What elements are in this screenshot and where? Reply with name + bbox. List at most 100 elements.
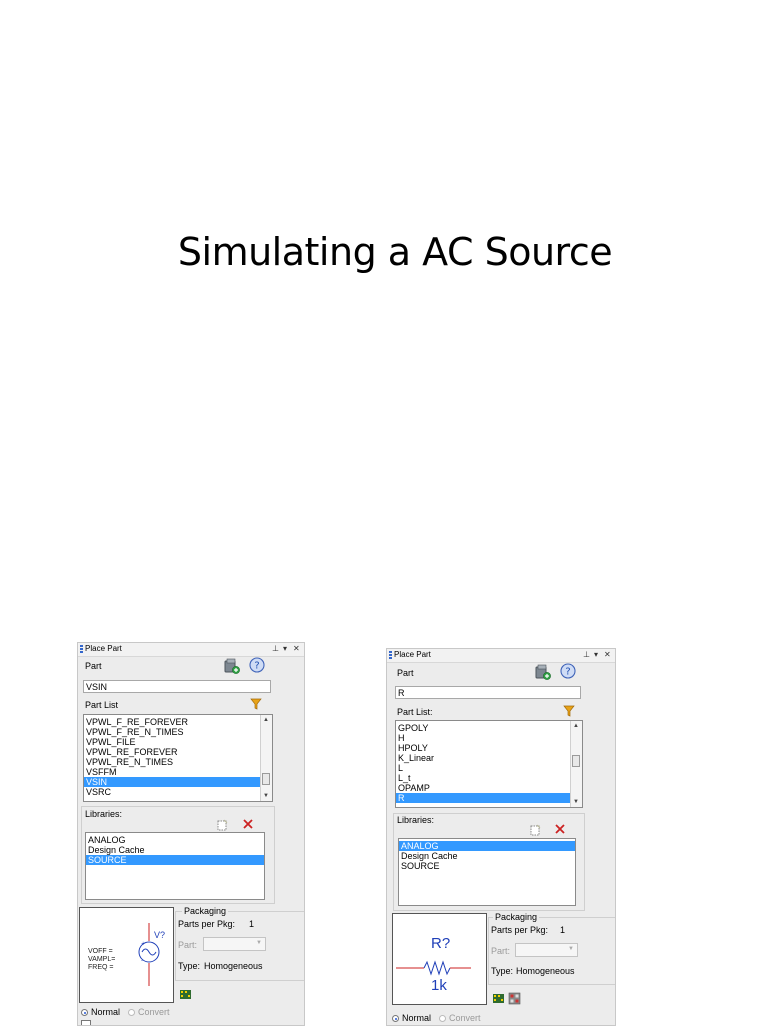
add-library-file-icon[interactable] bbox=[216, 819, 228, 831]
type-value: Homogeneous bbox=[204, 961, 263, 971]
library-item[interactable]: Design Cache bbox=[86, 845, 264, 855]
convert-label: Convert bbox=[138, 1007, 170, 1017]
type-label: Type: bbox=[491, 966, 514, 976]
options-checkbox[interactable] bbox=[81, 1020, 91, 1025]
pcb-3d-view-icon[interactable] bbox=[508, 992, 521, 1005]
remove-library-icon[interactable] bbox=[554, 823, 566, 835]
pin-icon[interactable]: ⊥ bbox=[272, 644, 279, 653]
part-list-item[interactable]: K_Linear bbox=[396, 753, 582, 763]
part-input[interactable]: R bbox=[395, 686, 581, 699]
part-list[interactable]: GPOLY H HPOLY K_Linear L L_t OPAMP R ▲ ▼ bbox=[395, 720, 583, 808]
preview-value: 1k bbox=[431, 977, 447, 994]
preview-prop-voff: VOFF = bbox=[88, 948, 113, 955]
add-library-file-icon[interactable] bbox=[529, 824, 541, 836]
remove-library-icon[interactable] bbox=[242, 818, 254, 830]
preview-prop-vampl: VAMPL= bbox=[88, 956, 115, 963]
part-field-label: Part: bbox=[491, 946, 511, 956]
part-select[interactable]: ▼ bbox=[203, 937, 266, 951]
part-label: Part bbox=[397, 668, 414, 678]
slide-title: Simulating a AC Source bbox=[177, 230, 613, 274]
add-library-icon[interactable] bbox=[224, 658, 240, 674]
filter-icon[interactable] bbox=[563, 705, 575, 717]
part-list-scrollbar[interactable]: ▲ ▼ bbox=[260, 715, 272, 801]
panel-titlebar: Place Part ⊥ ▾ ✕ bbox=[78, 643, 304, 657]
part-input[interactable]: VSIN bbox=[83, 680, 271, 693]
packaging-label: Packaging bbox=[493, 912, 540, 922]
pcb-footprint-icon[interactable] bbox=[492, 992, 505, 1005]
part-list-item[interactable]: VSIN bbox=[84, 777, 272, 787]
panel-title: Place Part bbox=[85, 644, 122, 653]
close-icon[interactable]: ✕ bbox=[604, 650, 611, 659]
library-item[interactable]: SOURCE bbox=[399, 861, 575, 871]
library-item[interactable]: SOURCE bbox=[86, 855, 264, 865]
filter-icon[interactable] bbox=[250, 698, 262, 710]
svg-text:+: + bbox=[141, 941, 145, 947]
place-part-panel-vsin: Place Part ⊥ ▾ ✕ Part ? VSIN Part List V… bbox=[77, 642, 305, 1026]
scroll-thumb[interactable] bbox=[572, 755, 580, 767]
convert-radio[interactable] bbox=[128, 1009, 135, 1016]
scroll-up-icon[interactable]: ▲ bbox=[263, 717, 269, 723]
scroll-thumb[interactable] bbox=[262, 773, 270, 785]
panel-title: Place Part bbox=[394, 650, 431, 659]
convert-label: Convert bbox=[449, 1013, 481, 1023]
add-library-icon[interactable] bbox=[535, 664, 551, 680]
help-icon[interactable]: ? bbox=[560, 663, 576, 680]
part-list[interactable]: VPWL_F_RE_FOREVER VPWL_F_RE_N_TIMES VPWL_F… bbox=[83, 714, 273, 802]
part-field-label: Part: bbox=[178, 940, 198, 950]
part-list-scrollbar[interactable]: ▲ ▼ bbox=[570, 721, 582, 807]
part-label: Part bbox=[85, 661, 102, 671]
normal-label: Normal bbox=[402, 1013, 432, 1023]
part-list-label: Part List bbox=[85, 700, 119, 710]
normal-radio[interactable] bbox=[81, 1009, 88, 1016]
library-item[interactable]: ANALOG bbox=[399, 841, 575, 851]
part-list-item[interactable]: GPOLY bbox=[396, 723, 582, 733]
part-list-item[interactable]: HPOLY bbox=[396, 743, 582, 753]
close-icon[interactable]: ✕ bbox=[293, 644, 300, 653]
parts-per-pkg-value: 1 bbox=[560, 925, 566, 935]
pcb-footprint-icon[interactable] bbox=[179, 988, 192, 1001]
symbol-preview: R? 1k bbox=[392, 913, 487, 1005]
svg-text:?: ? bbox=[254, 661, 259, 672]
libraries-label: Libraries: bbox=[85, 809, 123, 819]
libraries-label: Libraries: bbox=[397, 815, 435, 825]
packaging-label: Packaging bbox=[182, 906, 229, 916]
convert-radio[interactable] bbox=[439, 1015, 446, 1022]
preview-prop-freq: FREQ = bbox=[88, 964, 113, 971]
pin-icon[interactable]: ⊥ bbox=[583, 650, 590, 659]
symbol-preview: + - V? VOFF = VAMPL= FREQ = bbox=[79, 907, 174, 1003]
drag-grip-icon[interactable] bbox=[389, 651, 392, 659]
place-part-panel-r: Place Part ⊥ ▾ ✕ Part ? R Part List: GPO… bbox=[386, 648, 616, 1026]
panel-titlebar: Place Part ⊥ ▾ ✕ bbox=[387, 649, 615, 663]
part-list-item[interactable]: R bbox=[396, 793, 582, 803]
libraries-list[interactable]: ANALOG Design Cache SOURCE bbox=[85, 832, 265, 900]
library-item[interactable]: Design Cache bbox=[399, 851, 575, 861]
scroll-down-icon[interactable]: ▼ bbox=[263, 793, 269, 799]
part-list-item[interactable]: OPAMP bbox=[396, 783, 582, 793]
part-list-item[interactable]: VPWL_RE_FOREVER bbox=[84, 747, 272, 757]
part-list-label: Part List: bbox=[397, 707, 433, 717]
library-item[interactable]: ANALOG bbox=[86, 835, 264, 845]
part-list-item[interactable]: VPWL_FILE bbox=[84, 737, 272, 747]
part-list-item[interactable]: VSRC bbox=[84, 787, 272, 797]
svg-text:-: - bbox=[141, 957, 143, 964]
svg-text:?: ? bbox=[565, 667, 570, 678]
dropdown-icon[interactable]: ▾ bbox=[594, 650, 598, 659]
libraries-list[interactable]: ANALOG Design Cache SOURCE bbox=[398, 838, 576, 906]
part-list-item[interactable]: VPWL_F_RE_FOREVER bbox=[84, 717, 272, 727]
normal-radio[interactable] bbox=[392, 1015, 399, 1022]
scroll-up-icon[interactable]: ▲ bbox=[573, 723, 579, 729]
part-list-item[interactable]: VPWL_F_RE_N_TIMES bbox=[84, 727, 272, 737]
dropdown-icon[interactable]: ▾ bbox=[283, 644, 287, 653]
part-list-item[interactable]: L_t bbox=[396, 773, 582, 783]
part-list-item[interactable]: VPWL_RE_N_TIMES bbox=[84, 757, 272, 767]
scroll-down-icon[interactable]: ▼ bbox=[573, 799, 579, 805]
part-list-item[interactable]: VSFFM bbox=[84, 767, 272, 777]
drag-grip-icon[interactable] bbox=[80, 645, 83, 653]
normal-label: Normal bbox=[91, 1007, 121, 1017]
part-select[interactable]: ▼ bbox=[515, 943, 578, 957]
parts-per-pkg-label: Parts per Pkg: bbox=[491, 925, 549, 935]
parts-per-pkg-label: Parts per Pkg: bbox=[178, 919, 236, 929]
help-icon[interactable]: ? bbox=[249, 657, 265, 674]
part-list-item[interactable]: H bbox=[396, 733, 582, 743]
part-list-item[interactable]: L bbox=[396, 763, 582, 773]
